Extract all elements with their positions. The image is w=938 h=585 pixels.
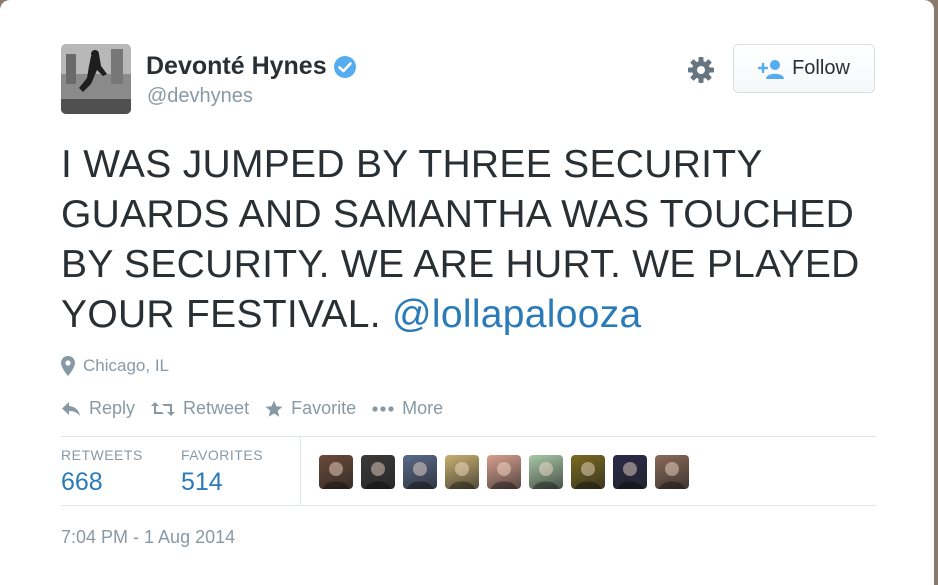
favoriter-avatar-6[interactable]: [529, 455, 563, 489]
favoriter-avatar-8[interactable]: [613, 455, 647, 489]
retweet-label: Retweet: [183, 398, 250, 418]
reply-label: Reply: [89, 398, 136, 418]
favoriter-avatars: [319, 455, 689, 489]
tweet-location[interactable]: Chicago, IL: [61, 356, 169, 376]
stats-vertical-divider: [300, 437, 301, 505]
favorite-button[interactable]: Favorite: [265, 398, 356, 419]
location-label: Chicago, IL: [83, 356, 169, 375]
more-button[interactable]: More: [372, 398, 443, 419]
tweet-timestamp[interactable]: 7:04 PM - 1 Aug 2014: [61, 527, 235, 548]
tweet-card: Devonté Hynes @devhynes Follow I WAS JUM…: [0, 0, 934, 585]
location-pin-icon: [61, 356, 75, 376]
gear-icon[interactable]: [686, 55, 716, 85]
favorites-count: 514: [181, 468, 223, 496]
stats-divider-top: [61, 436, 876, 437]
follow-label: Follow: [792, 57, 850, 79]
star-icon: [265, 400, 283, 417]
reply-button[interactable]: Reply: [61, 398, 135, 419]
favorites-stat[interactable]: FAVORITES 514: [181, 447, 263, 497]
user-name[interactable]: Devonté Hynes: [146, 52, 357, 81]
retweets-label: RETWEETS: [61, 447, 143, 463]
tweet-actions: Reply Retweet Favorite More: [61, 398, 459, 419]
follow-button[interactable]: Follow: [733, 44, 875, 93]
retweet-icon: [151, 401, 176, 416]
add-user-icon: [758, 59, 785, 79]
favoriter-avatar-7[interactable]: [571, 455, 605, 489]
favorite-label: Favorite: [291, 398, 357, 418]
stats-divider-bottom: [61, 505, 876, 506]
user-avatar[interactable]: [61, 44, 131, 114]
more-label: More: [402, 398, 444, 418]
reply-icon: [62, 401, 80, 416]
tweet-text: I WAS JUMPED BY THREE SECURITY GUARDS AN…: [61, 140, 891, 340]
retweets-count: 668: [61, 468, 103, 496]
favoriter-avatar-1[interactable]: [319, 455, 353, 489]
favoriter-avatar-3[interactable]: [403, 455, 437, 489]
mention-link[interactable]: @lollapalooza: [392, 293, 641, 336]
favoriter-avatar-4[interactable]: [445, 455, 479, 489]
user-name-text: Devonté Hynes: [146, 52, 327, 80]
favoriter-avatar-5[interactable]: [487, 455, 521, 489]
user-handle[interactable]: @devhynes: [147, 85, 253, 108]
verified-badge-icon: [333, 55, 356, 78]
avatar-image: [61, 44, 131, 114]
favorites-label: FAVORITES: [181, 447, 264, 463]
favoriter-avatar-9[interactable]: [655, 455, 689, 489]
retweet-button[interactable]: Retweet: [151, 398, 249, 419]
retweets-stat[interactable]: RETWEETS 668: [61, 447, 143, 497]
more-dots-icon: [372, 405, 394, 412]
favoriter-avatar-2[interactable]: [361, 455, 395, 489]
